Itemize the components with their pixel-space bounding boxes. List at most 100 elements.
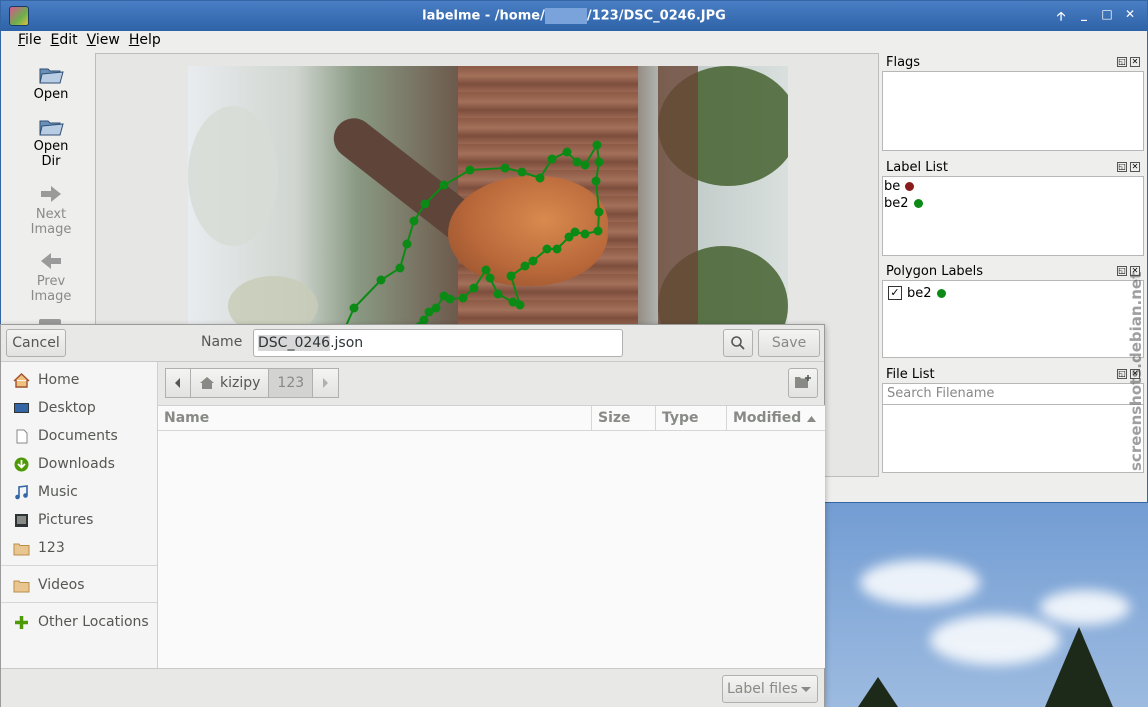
path-crumb-label: kizipy [220, 375, 261, 391]
path-crumb-label: 123 [277, 375, 305, 391]
place-home[interactable]: Home [13, 372, 79, 388]
place-music[interactable]: Music [13, 484, 78, 500]
file-list[interactable] [882, 405, 1144, 473]
open-label: Open [33, 87, 69, 102]
window-title-prefix: labelme - /home/ [422, 8, 545, 24]
new-folder-button[interactable] [788, 368, 818, 398]
place-label: 123 [38, 540, 65, 556]
title-bar[interactable]: labelme - /home/ /123/DSC_0246.JPG 🡡 _ □ … [1, 1, 1147, 31]
home-icon [200, 377, 214, 389]
folder-open-icon [39, 120, 64, 136]
pictures-icon [15, 513, 28, 527]
place-label: Pictures [38, 512, 94, 528]
documents-icon [16, 429, 28, 443]
save-file-dialog: Cancel Name DSC_0246.json Save Home Desk… [0, 324, 825, 707]
next-image-label-line1: Next [35, 207, 67, 222]
place-label: Desktop [38, 400, 96, 416]
menu-view[interactable]: View [87, 31, 129, 51]
dialog-header: Cancel Name DSC_0246.json Save [1, 325, 824, 362]
file-list-dock: File List ◱ ✕ Search Filename [882, 365, 1144, 473]
search-button[interactable] [723, 329, 753, 357]
arrow-left-icon [41, 253, 61, 269]
cancel-button[interactable]: Cancel [6, 329, 66, 357]
place-other-locations[interactable]: Other Locations [13, 614, 149, 630]
column-modified[interactable]: Modified [727, 406, 824, 430]
cloud [1040, 590, 1130, 625]
window-title: labelme - /home/ /123/DSC_0246.JPG [1, 8, 1147, 24]
float-icon[interactable]: ◱ [1117, 369, 1127, 379]
label-item[interactable]: be [883, 177, 1143, 194]
file-filter-label: Label files [727, 681, 798, 697]
column-name[interactable]: Name [158, 406, 592, 430]
chevron-down-icon [801, 687, 811, 692]
path-bar: kizipy 123 [165, 368, 340, 398]
open-dir-label-line1: Open [33, 139, 69, 154]
float-icon[interactable]: ◱ [1117, 57, 1127, 67]
place-pictures[interactable]: Pictures [13, 512, 93, 528]
sort-ascending-icon [807, 416, 816, 422]
column-headers: Name Size Type Modified [158, 406, 825, 431]
place-123[interactable]: 123 [13, 540, 65, 556]
place-documents[interactable]: Documents [13, 428, 118, 444]
tree-silhouette [858, 677, 898, 707]
chevron-left-icon [175, 378, 180, 388]
place-label: Home [38, 372, 80, 388]
close-button[interactable]: ✕ [1123, 7, 1137, 28]
menu-help[interactable]: Help [129, 31, 170, 51]
path-forward-button[interactable] [313, 368, 340, 398]
place-label: Music [38, 484, 78, 500]
label-list-header: Label List ◱ ✕ [882, 158, 1144, 176]
float-icon[interactable]: ◱ [1117, 266, 1127, 276]
downloads-icon [14, 457, 29, 471]
plus-icon [15, 615, 28, 629]
filename-selected-part: DSC_0246 [258, 335, 331, 351]
keep-above-button[interactable]: 🡡 [1054, 7, 1068, 28]
column-type[interactable]: Type [656, 406, 727, 430]
arrow-right-icon [41, 186, 61, 202]
prev-image-button[interactable]: Prev Image [9, 250, 93, 304]
next-image-button[interactable]: Next Image [9, 183, 93, 237]
label-item[interactable]: be2 [883, 194, 1143, 211]
polygon-labels-header: Polygon Labels ◱ ✕ [882, 262, 1144, 280]
dialog-footer [1, 668, 824, 707]
place-videos[interactable]: Videos [13, 577, 85, 593]
file-list-view[interactable]: Name Size Type Modified [158, 405, 825, 668]
save-button[interactable]: Save [758, 329, 820, 357]
tree-silhouette [1045, 627, 1113, 707]
place-desktop[interactable]: Desktop [13, 400, 96, 416]
window-controls: 🡡 _ □ ✕ [1054, 7, 1137, 28]
polygon-visibility-checkbox[interactable]: ✓ [888, 286, 902, 300]
label-list: be be2 [882, 176, 1144, 256]
menu-edit[interactable]: Edit [50, 31, 86, 51]
column-modified-label: Modified [733, 410, 802, 426]
file-filter-combo[interactable]: Label files [722, 675, 818, 703]
path-crumb-home[interactable]: kizipy [191, 368, 270, 398]
place-downloads[interactable]: Downloads [13, 456, 115, 472]
open-dir-button[interactable]: Open Dir [9, 115, 93, 169]
float-icon[interactable]: ◱ [1117, 162, 1127, 172]
new-folder-icon [795, 375, 811, 388]
name-label: Name [201, 334, 243, 350]
filename-extension: .json [330, 335, 364, 351]
column-size[interactable]: Size [592, 406, 656, 430]
close-icon[interactable]: ✕ [1130, 162, 1140, 172]
search-filename-input[interactable]: Search Filename [882, 383, 1144, 405]
close-icon[interactable]: ✕ [1130, 57, 1140, 67]
watermark-text: screenshots.debian.net [1127, 271, 1145, 471]
menu-file[interactable]: File [1, 31, 50, 51]
polygon-labels-dock: Polygon Labels ◱ ✕ ✓ be2 [882, 262, 1144, 358]
open-button[interactable]: Open [9, 63, 93, 102]
maximize-button[interactable]: □ [1100, 7, 1114, 28]
place-label: Other Locations [38, 614, 149, 630]
path-back-button[interactable] [165, 368, 191, 398]
flags-list[interactable] [882, 71, 1144, 151]
redacted-username [544, 8, 587, 24]
polygon-item[interactable]: ✓ be2 [887, 284, 1143, 301]
minimize-button[interactable]: _ [1077, 7, 1091, 28]
path-crumb-current[interactable]: 123 [269, 368, 314, 398]
folder-open-icon [39, 68, 64, 84]
home-icon [13, 372, 30, 388]
folder-icon [13, 580, 30, 592]
filename-input[interactable]: DSC_0246.json [253, 329, 623, 357]
label-list-title: Label List [886, 159, 948, 175]
